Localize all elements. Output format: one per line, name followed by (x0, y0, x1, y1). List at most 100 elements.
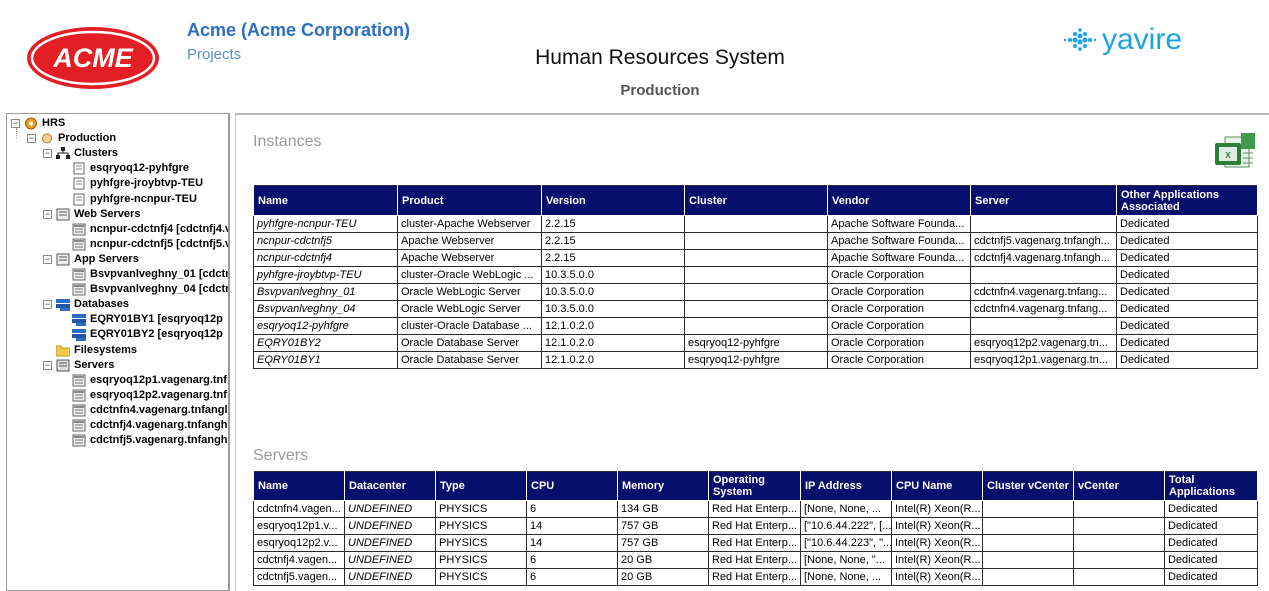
collapse-toggle-icon[interactable]: − (43, 300, 52, 310)
yavire-dot-mark-icon (1063, 28, 1097, 51)
servers-cell-total-applications: Dedicated (1164, 534, 1258, 552)
instances-cell-vendor: Oracle Corporation (827, 317, 971, 335)
servers-cell-operating-system: Red Hat Enterp... (708, 568, 801, 586)
servers-cell-type: PHYSICS (435, 500, 527, 518)
servers-header-memory[interactable]: Memory (617, 471, 709, 501)
item-db-icon (72, 313, 86, 327)
servers-cell-cpu: 6 (526, 551, 618, 569)
tree-item-label: cdctnfj5.vagenarg.tnfangh (90, 434, 228, 447)
instances-cell-server: cdctnfn4.vagenarg.tnfang... (970, 283, 1117, 301)
instances-cell-product: Oracle WebLogic Server (397, 283, 542, 301)
servers-header-vcenter[interactable]: vCenter (1073, 471, 1165, 501)
instances-cell-version: 10.3.5.0.0 (541, 300, 685, 318)
instances-cell-server (970, 317, 1117, 335)
item-server-icon (72, 374, 86, 387)
instances-row[interactable]: ncnpur-cdctnfj5 Apache Webserver 2.2.15 Apa… (253, 232, 1258, 250)
servers-cell-cluster-vcenter (982, 534, 1074, 552)
instances-cell-version: 12.1.0.2.0 (541, 351, 685, 369)
servers-row[interactable]: cdctnfn4.vagen... UNDEFINED PHYSICS 6 134 GB… (253, 500, 1258, 518)
servers-cell-datacenter: UNDEFINED (344, 534, 436, 552)
instances-cell-product: cluster-Oracle WebLogic ... (397, 266, 542, 284)
servers-cell-operating-system: Red Hat Enterp... (708, 534, 801, 552)
tree-item-label: Databases (74, 298, 130, 311)
instances-row[interactable]: Bsvpvanlveghny_01 Oracle WebLogic Server 1… (253, 283, 1258, 301)
servers-header-cluster-vcenter[interactable]: Cluster vCenter (982, 471, 1074, 501)
servers-cell-ip-address: [None, None, ... (800, 500, 892, 518)
servers-header-cpu[interactable]: CPU (526, 471, 618, 501)
tree-item-label: esqryoq12-pyhfgre (90, 162, 190, 175)
servers-cell-cpu-name: Intel(R) Xeon(R... (891, 500, 983, 518)
collapse-toggle-icon[interactable]: − (43, 149, 52, 159)
item-server-icon (72, 434, 86, 447)
instances-cell-product: Oracle Database Server (397, 351, 542, 369)
servers-header-name[interactable]: Name (253, 471, 345, 501)
export-excel-icon[interactable]: X (1213, 133, 1257, 169)
tree-item-label: pyhfgre-jroybtvp-TEU (90, 177, 204, 190)
instances-row[interactable]: EQRY01BY1 Oracle Database Server 12.1.0.2.… (253, 351, 1258, 369)
instances-row[interactable]: pyhfgre-ncnpur-TEU cluster-Apache Webserv… (253, 215, 1258, 233)
servers-cell-memory: 134 GB (617, 500, 709, 518)
servers-row[interactable]: cdctnfj4.vagen... UNDEFINED PHYSICS 6 20 GB R… (253, 551, 1258, 569)
collapse-toggle-icon[interactable]: − (11, 119, 20, 128)
servers-row[interactable]: esqryoq12p2.v... UNDEFINED PHYSICS 14 757 GB… (253, 534, 1258, 552)
servers-cell-vcenter (1073, 534, 1165, 552)
servers-row[interactable]: esqryoq12p1.v... UNDEFINED PHYSICS 14 757 GB… (253, 517, 1258, 535)
instances-cell-vendor: Oracle Corporation (827, 266, 971, 284)
servers-cell-vcenter (1073, 551, 1165, 569)
instances-cell-version: 10.3.5.0.0 (541, 283, 685, 301)
servers-cell-cpu-name: Intel(R) Xeon(R... (891, 551, 983, 569)
collapse-toggle-icon[interactable]: − (27, 134, 36, 144)
tree-connector (16, 128, 17, 138)
instances-header-cluster[interactable]: Cluster (684, 185, 828, 216)
instances-header-product[interactable]: Product (397, 185, 542, 216)
instances-header-other-applications-associated[interactable]: Other Applications Associated (1116, 185, 1258, 216)
instances-row[interactable]: ncnpur-cdctnfj4 Apache Webserver 2.2.15 Apa… (253, 249, 1258, 267)
instances-header-name[interactable]: Name (253, 185, 398, 216)
servers-header-type[interactable]: Type (435, 471, 527, 501)
instances-cell-other-applications-associated: Dedicated (1116, 249, 1258, 267)
tree-item-label: ncnpur-cdctnfj4 [cdctnfj4.v (90, 222, 230, 235)
instances-row[interactable]: esqryoq12-pyhfgre cluster-Oracle Database… (253, 317, 1258, 335)
instances-cell-other-applications-associated: Dedicated (1116, 232, 1258, 250)
servers-cell-datacenter: UNDEFINED (344, 500, 436, 518)
instances-header-version[interactable]: Version (541, 185, 685, 216)
item-server-icon (72, 404, 86, 417)
servers-header-operating-system[interactable]: Operating System (708, 471, 801, 501)
instances-cell-vendor: Apache Software Founda... (827, 215, 971, 233)
svg-text:X: X (1225, 151, 1231, 160)
environment-subtitle: Production (620, 82, 700, 99)
instances-cell-other-applications-associated: Dedicated (1116, 300, 1258, 318)
instances-header-server[interactable]: Server (970, 185, 1117, 216)
instances-cell-server (970, 266, 1117, 284)
servers-cell-cpu-name: Intel(R) Xeon(R... (891, 534, 983, 552)
instances-cell-name: ncnpur-cdctnfj5 (253, 232, 398, 250)
servers-cell-name: esqryoq12p2.v... (253, 534, 345, 552)
servers-header-datacenter[interactable]: Datacenter (344, 471, 436, 501)
instances-cell-cluster (684, 266, 828, 284)
instances-cell-name: pyhfgre-jroybtvp-TEU (253, 266, 398, 284)
instances-cell-other-applications-associated: Dedicated (1116, 334, 1258, 352)
collapse-toggle-icon[interactable]: − (43, 254, 52, 264)
header: ACME Acme (Acme Corporation) Projects Hu… (0, 0, 1269, 110)
item-server-icon (72, 283, 86, 296)
instances-cell-cluster: esqryoq12-pyhfgre (684, 351, 828, 369)
instances-cell-version: 2.2.15 (541, 232, 685, 250)
instances-cell-name: Bsvpvanlveghny_04 (253, 300, 398, 318)
servers-header-total-applications[interactable]: Total Applications (1164, 471, 1258, 501)
yavire-logo-text: yavire (1102, 23, 1182, 56)
servers-header-ip-address[interactable]: IP Address (800, 471, 892, 501)
instances-row[interactable]: EQRY01BY2 Oracle Database Server 12.1.0.2.… (253, 334, 1258, 352)
servers-cell-total-applications: Dedicated (1164, 551, 1258, 569)
instances-row[interactable]: Bsvpvanlveghny_04 Oracle WebLogic Server 1… (253, 300, 1258, 318)
servers-cell-name: cdctnfj5.vagen... (253, 568, 345, 586)
collapse-toggle-icon[interactable]: − (43, 360, 52, 370)
item-server-icon (72, 268, 86, 281)
servers-cell-ip-address: ["10.6.44.222", [... (800, 517, 892, 535)
servers-row[interactable]: cdctnfj5.vagen... UNDEFINED PHYSICS 6 20 GB R… (253, 568, 1258, 586)
servers-cell-operating-system: Red Hat Enterp... (708, 551, 801, 569)
servers-header-cpu-name[interactable]: CPU Name (891, 471, 983, 501)
collapse-toggle-icon[interactable]: − (43, 209, 52, 219)
instances-header-vendor[interactable]: Vendor (827, 185, 971, 216)
instances-row[interactable]: pyhfgre-jroybtvp-TEU cluster-Oracle WebLo… (253, 266, 1258, 284)
servers-cell-vcenter (1073, 568, 1165, 586)
